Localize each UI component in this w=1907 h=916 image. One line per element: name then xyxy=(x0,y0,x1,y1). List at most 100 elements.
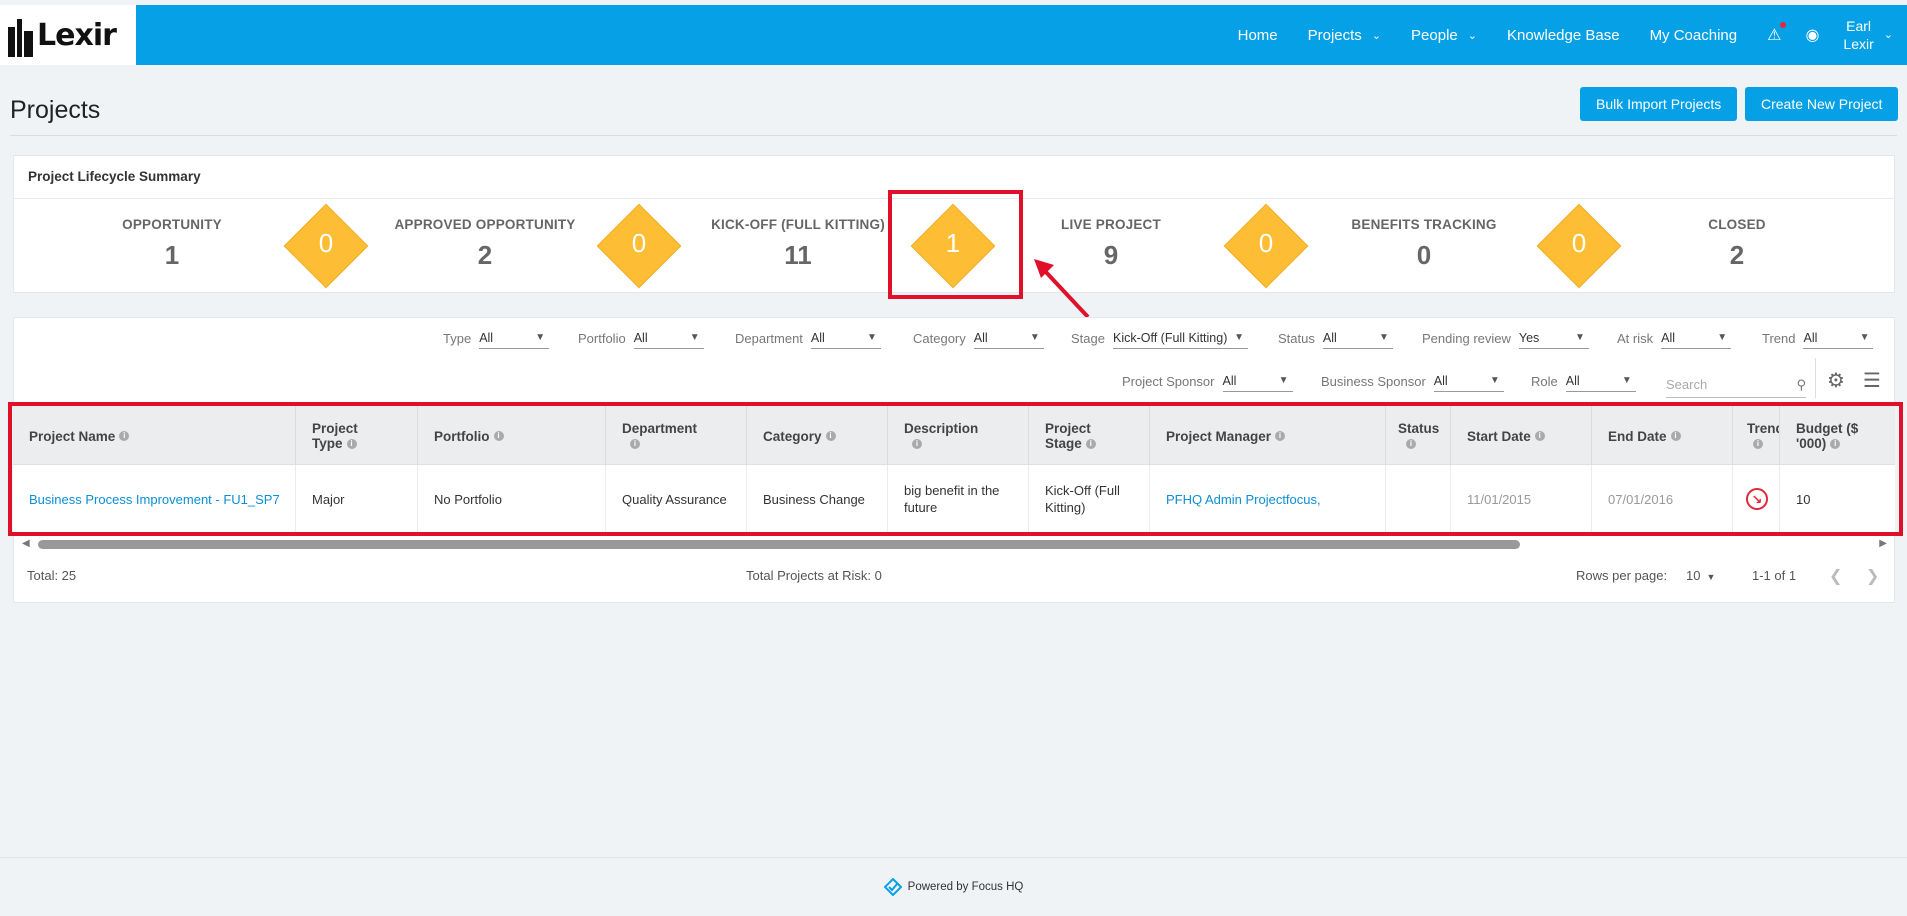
main-nav: Home Projects ⌄ People ⌄ Knowledge Base My… xyxy=(1238,5,1907,65)
filter-label: Portfolio xyxy=(578,330,626,346)
filter-category[interactable]: Category All ▼ xyxy=(913,327,1044,349)
scroll-right-icon[interactable]: ▶ xyxy=(1879,538,1887,549)
filter-portfolio[interactable]: Portfolio All ▼ xyxy=(578,327,704,349)
menu-icon[interactable]: ☰ xyxy=(1863,368,1881,393)
department-select[interactable]: All ▼ xyxy=(810,327,881,349)
stage-closed[interactable]: CLOSED 2 xyxy=(1627,217,1847,271)
status-select[interactable]: All ▼ xyxy=(1322,327,1393,349)
chevron-left-icon[interactable]: ❮ xyxy=(1829,566,1842,586)
type-select[interactable]: All ▼ xyxy=(479,327,550,349)
caret-down-icon: ▼ xyxy=(689,332,700,343)
stage-kick-off[interactable]: KICK-OFF (FULL KITTING) 11 xyxy=(688,217,908,271)
project-sponsor-select[interactable]: All ▼ xyxy=(1222,370,1293,392)
caret-down-icon: ▼ xyxy=(1621,375,1632,386)
scroll-thumb[interactable] xyxy=(38,540,1520,549)
filter-business-sponsor[interactable]: Business Sponsor All ▼ xyxy=(1321,370,1504,392)
stage-select[interactable]: Kick-Off (Full Kitting) ▼ xyxy=(1112,327,1248,349)
transition-count[interactable]: 0 xyxy=(296,228,356,259)
scroll-left-icon[interactable]: ◀ xyxy=(22,538,30,549)
stage-count: 2 xyxy=(1729,240,1745,270)
chevron-down-icon: ⌄ xyxy=(1371,29,1382,42)
nav-my-coaching[interactable]: My Coaching xyxy=(1650,27,1738,44)
trend-select[interactable]: All ▼ xyxy=(1803,327,1874,349)
nav-home-label: Home xyxy=(1237,26,1278,44)
nav-knowledge-base[interactable]: Knowledge Base xyxy=(1507,27,1620,44)
chevron-down-icon: ⌄ xyxy=(1883,29,1893,41)
search-input[interactable]: Search ⚲ xyxy=(1666,372,1806,398)
stage-count: 1 xyxy=(164,240,180,270)
page-range: 1-1 of 1 xyxy=(1752,568,1797,583)
caret-down-icon: ▼ xyxy=(1574,332,1585,343)
gear-icon[interactable]: ⚙ xyxy=(1827,368,1845,393)
transition-count[interactable]: 0 xyxy=(609,228,669,259)
filter-status[interactable]: Status All ▼ xyxy=(1278,327,1393,349)
top-nav-bar: Lexir Home Projects ⌄ People ⌄ Knowledge B… xyxy=(0,5,1907,65)
select-value: All xyxy=(1433,373,1448,388)
nav-projects[interactable]: Projects ⌄ xyxy=(1308,27,1381,44)
stage-opportunity[interactable]: OPPORTUNITY 1 xyxy=(62,217,282,271)
stage-label: CLOSED xyxy=(1708,217,1766,232)
portfolio-select[interactable]: All ▼ xyxy=(633,327,704,349)
page-footer: Powered by Focus HQ xyxy=(0,857,1907,916)
role-select[interactable]: All ▼ xyxy=(1565,370,1636,392)
caret-down-icon: ▼ xyxy=(1717,332,1728,343)
search-icon[interactable]: ⚲ xyxy=(1796,377,1806,393)
select-value: All xyxy=(1803,330,1818,345)
powered-by-text[interactable]: Powered by Focus HQ xyxy=(908,881,1024,893)
filter-label: At risk xyxy=(1617,330,1654,346)
filter-label: Project Sponsor xyxy=(1122,373,1215,389)
transition-count[interactable]: 0 xyxy=(1549,228,1609,259)
total-count: Total: 25 xyxy=(27,568,77,583)
filter-label: Pending review xyxy=(1422,330,1511,346)
filter-stage[interactable]: Stage Kick-Off (Full Kitting) ▼ xyxy=(1071,327,1248,349)
search-placeholder: Search xyxy=(1666,377,1708,392)
business-sponsor-select[interactable]: All ▼ xyxy=(1433,370,1504,392)
stage-label: LIVE PROJECT xyxy=(1061,217,1161,232)
filter-label: Business Sponsor xyxy=(1321,373,1426,389)
caret-down-icon: ▼ xyxy=(1234,332,1244,343)
caret-down-icon: ▼ xyxy=(1029,332,1040,343)
filter-at-risk[interactable]: At risk All ▼ xyxy=(1617,327,1732,349)
filter-role[interactable]: Role All ▼ xyxy=(1531,370,1636,392)
rows-per-page-select[interactable]: 10 ▼ xyxy=(1686,568,1715,583)
stage-count: 2 xyxy=(477,240,493,270)
select-value: All xyxy=(1661,330,1676,345)
chevron-down-icon: ⌄ xyxy=(1467,29,1477,42)
red-arrow-annotation xyxy=(1034,259,1090,319)
pending-review-select[interactable]: Yes ▼ xyxy=(1518,327,1589,349)
chevron-right-icon[interactable]: ❯ xyxy=(1866,566,1879,586)
caret-down-icon: ▼ xyxy=(1859,332,1870,343)
user-first-name: Earl xyxy=(1846,18,1872,34)
lifecycle-summary-title: Project Lifecycle Summary xyxy=(28,169,201,184)
horizontal-scrollbar[interactable]: ◀ ▶ xyxy=(22,538,1887,550)
caret-down-icon: ▼ xyxy=(535,332,546,343)
transition-count[interactable]: 0 xyxy=(1236,228,1296,259)
create-new-project-button[interactable]: Create New Project xyxy=(1745,87,1899,121)
at-risk-select[interactable]: All ▼ xyxy=(1661,327,1732,349)
filter-department[interactable]: Department All ▼ xyxy=(735,327,881,349)
nav-my-coaching-label: My Coaching xyxy=(1649,26,1738,44)
stage-approved-opportunity[interactable]: APPROVED OPPORTUNITY 2 xyxy=(375,217,595,271)
filter-trend[interactable]: Trend All ▼ xyxy=(1762,327,1874,349)
stage-label: KICK-OFF (FULL KITTING) xyxy=(711,217,885,232)
stage-benefits-tracking[interactable]: BENEFITS TRACKING 0 xyxy=(1314,217,1534,271)
filter-label: Role xyxy=(1531,373,1558,389)
nav-home[interactable]: Home xyxy=(1238,27,1278,44)
globe-icon[interactable]: ◉ xyxy=(1805,25,1819,45)
caret-down-icon: ▼ xyxy=(867,332,877,343)
stage-label: BENEFITS TRACKING xyxy=(1351,217,1497,232)
nav-people[interactable]: People ⌄ xyxy=(1411,27,1477,44)
filter-type[interactable]: Type All ▼ xyxy=(443,327,550,349)
bulk-import-projects-button[interactable]: Bulk Import Projects xyxy=(1580,87,1738,121)
stage-label: APPROVED OPPORTUNITY xyxy=(394,217,576,232)
user-menu[interactable]: Earl Lexir ⌄ xyxy=(1843,17,1893,53)
alert-icon[interactable]: ⚠ xyxy=(1767,22,1787,45)
filter-pending-review[interactable]: Pending review Yes ▼ xyxy=(1422,327,1589,349)
lexir-logo[interactable]: Lexir xyxy=(0,5,136,65)
select-value: All xyxy=(1565,373,1580,388)
category-select[interactable]: All ▼ xyxy=(973,327,1044,349)
stage-label: OPPORTUNITY xyxy=(122,217,222,232)
logo-text: Lexir xyxy=(37,17,117,53)
filter-project-sponsor[interactable]: Project Sponsor All ▼ xyxy=(1122,370,1293,392)
select-value: All xyxy=(810,330,825,345)
